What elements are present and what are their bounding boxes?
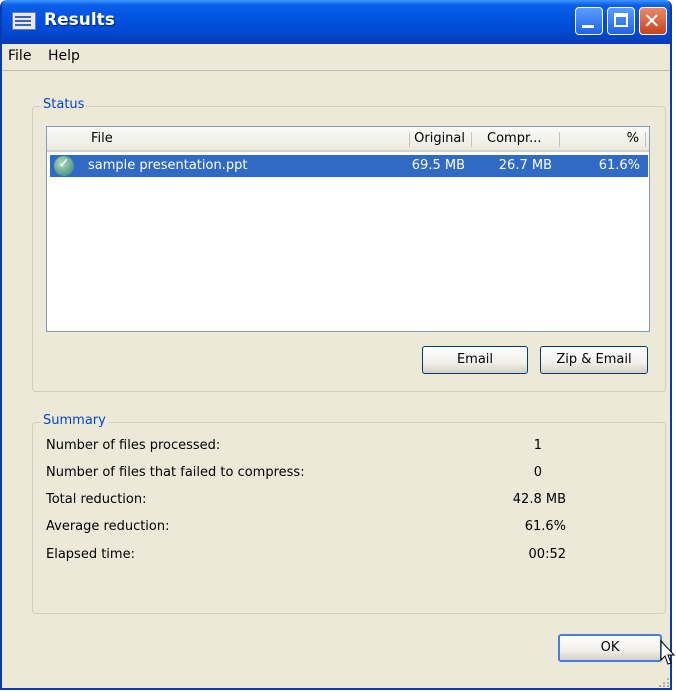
maximize-button[interactable] bbox=[607, 7, 635, 35]
app-icon bbox=[12, 12, 36, 30]
row-compressed-size: 26.7 MB bbox=[498, 158, 552, 173]
title-bar[interactable]: Results ✕ bbox=[2, 0, 670, 44]
email-button[interactable]: Email bbox=[422, 346, 528, 374]
column-header-compressed[interactable]: Compr... bbox=[487, 131, 542, 146]
summary-label: Number of files processed: bbox=[46, 438, 221, 453]
summary-label: Total reduction: bbox=[46, 492, 147, 507]
summary-label: Average reduction: bbox=[46, 519, 170, 534]
summary-value: 42.8 MB bbox=[512, 492, 566, 507]
status-group-label: Status bbox=[41, 97, 87, 112]
mouse-cursor-icon bbox=[660, 640, 676, 665]
column-separator[interactable] bbox=[559, 132, 560, 147]
window-title: Results bbox=[44, 10, 115, 30]
column-separator[interactable] bbox=[409, 132, 410, 147]
close-button[interactable]: ✕ bbox=[639, 7, 667, 35]
summary-value: 61.6% bbox=[524, 519, 566, 534]
results-window: Results ✕ File Help Status File Original… bbox=[0, 0, 672, 690]
summary-label: Elapsed time: bbox=[46, 547, 135, 562]
summary-group-label: Summary bbox=[41, 413, 108, 428]
summary-value: 1 bbox=[533, 438, 542, 453]
summary-value: 00:52 bbox=[528, 547, 566, 562]
ok-button[interactable]: OK bbox=[558, 634, 662, 662]
summary-row: Number of files processed: 1 bbox=[46, 438, 542, 458]
menu-bar: File Help bbox=[2, 44, 670, 71]
summary-row: Average reduction: 61.6% bbox=[46, 519, 566, 539]
minimize-icon bbox=[582, 25, 594, 28]
close-icon: ✕ bbox=[643, 9, 661, 33]
minimize-button[interactable] bbox=[575, 7, 603, 35]
column-header-file[interactable]: File bbox=[91, 131, 113, 146]
zip-email-button[interactable]: Zip & Email bbox=[540, 346, 648, 374]
column-separator[interactable] bbox=[471, 132, 472, 147]
table-row[interactable]: ✓ sample presentation.ppt 69.5 MB 26.7 M… bbox=[50, 155, 648, 177]
row-original-size: 69.5 MB bbox=[411, 158, 465, 173]
summary-row: Total reduction: 42.8 MB bbox=[46, 492, 566, 512]
menu-help[interactable]: Help bbox=[48, 48, 80, 64]
menu-file[interactable]: File bbox=[8, 48, 31, 64]
column-separator[interactable] bbox=[645, 132, 646, 147]
summary-value: 0 bbox=[533, 465, 542, 480]
checkmark-circle-icon: ✓ bbox=[54, 156, 74, 176]
column-header-original[interactable]: Original bbox=[411, 131, 465, 146]
summary-label: Number of files that failed to compress: bbox=[46, 465, 305, 480]
resize-grip-icon[interactable] bbox=[656, 675, 670, 687]
results-list[interactable]: File Original Compr... % ✓ sample presen… bbox=[46, 126, 650, 332]
summary-row: Elapsed time: 00:52 bbox=[46, 547, 566, 567]
column-header-percent[interactable]: % bbox=[607, 131, 639, 146]
row-percent: 61.6% bbox=[598, 158, 640, 173]
list-header: File Original Compr... % bbox=[47, 127, 649, 152]
row-file-name: sample presentation.ppt bbox=[88, 158, 248, 173]
maximize-icon bbox=[614, 13, 628, 27]
summary-row: Number of files that failed to compress:… bbox=[46, 465, 542, 485]
